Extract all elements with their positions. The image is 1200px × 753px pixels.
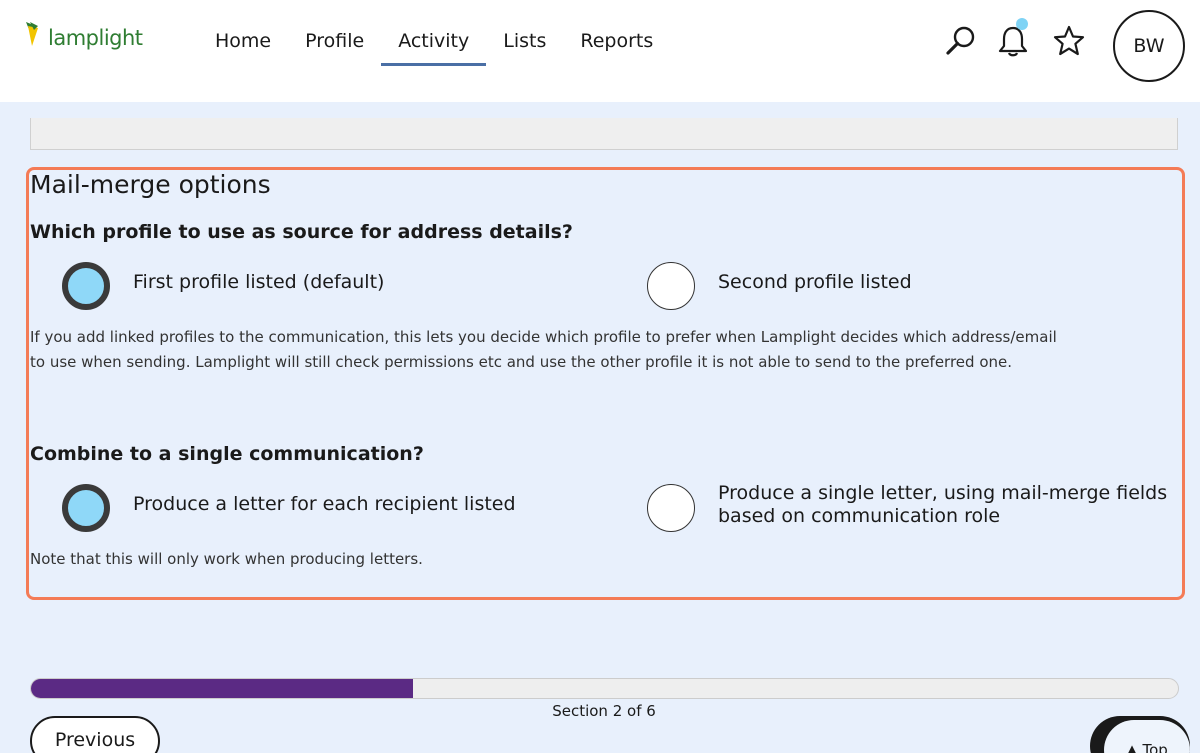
search-icon[interactable]: [944, 24, 978, 58]
radio-letter-each[interactable]: [62, 484, 110, 532]
radio-first-profile[interactable]: [62, 262, 110, 310]
radio-letter-each-label[interactable]: Produce a letter for each recipient list…: [133, 493, 516, 516]
profile-help-text: If you add linked profiles to the commun…: [30, 328, 1057, 371]
nav-lists[interactable]: Lists: [486, 0, 563, 66]
nav-profile[interactable]: Profile: [288, 0, 381, 66]
back-to-top-label: ▲ Top: [1104, 720, 1190, 753]
combine-help-text: Note that this will only work when produ…: [30, 550, 423, 568]
nav-activity[interactable]: Activity: [381, 0, 487, 66]
combine-question: Combine to a single communication?: [30, 443, 424, 465]
progress-bar: [30, 678, 1179, 699]
lamplight-logo[interactable]: lamplight: [24, 20, 143, 50]
previous-button[interactable]: Previous: [30, 716, 160, 753]
back-to-top-button[interactable]: ▲ Top: [1090, 716, 1190, 753]
star-icon[interactable]: [1052, 24, 1086, 58]
section-title: Mail-merge options: [30, 170, 271, 199]
nav-reports[interactable]: Reports: [563, 0, 670, 66]
top-navigation-bar: lamplight Home Profile Activity Lists Re…: [0, 0, 1200, 102]
radio-first-profile-label[interactable]: First profile listed (default): [133, 271, 384, 294]
logo-text: lamplight: [48, 26, 143, 50]
previous-field-box: [30, 118, 1178, 150]
user-avatar[interactable]: BW: [1113, 10, 1185, 82]
radio-single-letter[interactable]: [647, 484, 695, 532]
radio-second-profile-label[interactable]: Second profile listed: [718, 271, 912, 294]
progress-bar-fill: [31, 679, 413, 698]
nav-home[interactable]: Home: [198, 0, 288, 66]
progress-label: Section 2 of 6: [552, 702, 656, 720]
radio-single-letter-label[interactable]: Produce a single letter, using mail-merg…: [718, 482, 1180, 528]
profile-question: Which profile to use as source for addre…: [30, 221, 573, 243]
bell-icon[interactable]: [996, 18, 1030, 58]
notification-dot: [1016, 18, 1028, 30]
main-nav: Home Profile Activity Lists Reports: [198, 0, 670, 102]
lamp-icon: [26, 22, 38, 46]
radio-second-profile[interactable]: [647, 262, 695, 310]
